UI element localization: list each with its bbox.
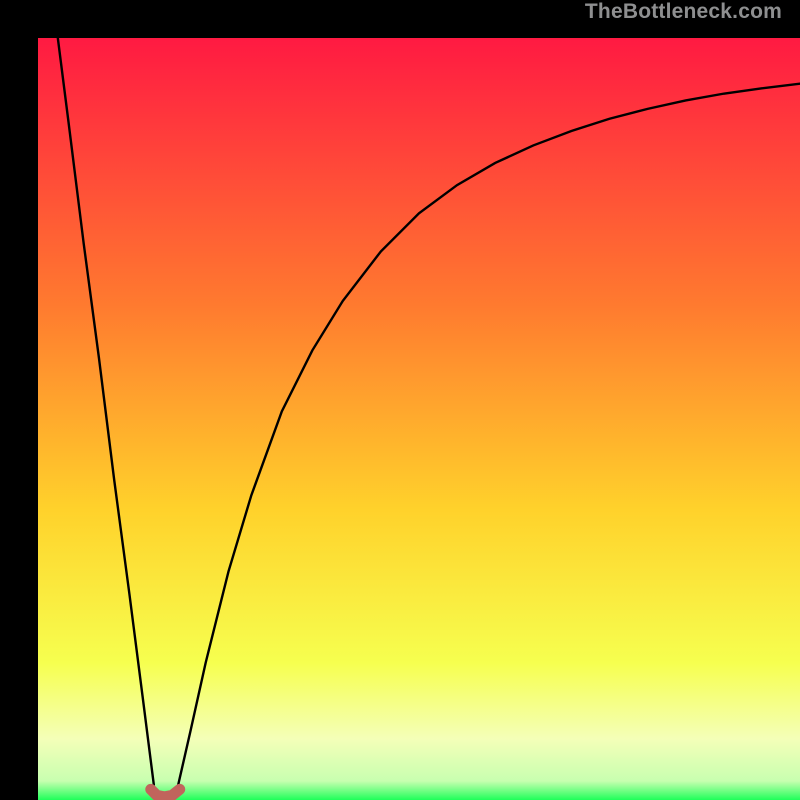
gradient-background [38,38,800,800]
watermark-text: TheBottleneck.com [585,0,782,24]
chart-frame [19,19,781,781]
chart-svg [38,38,800,800]
